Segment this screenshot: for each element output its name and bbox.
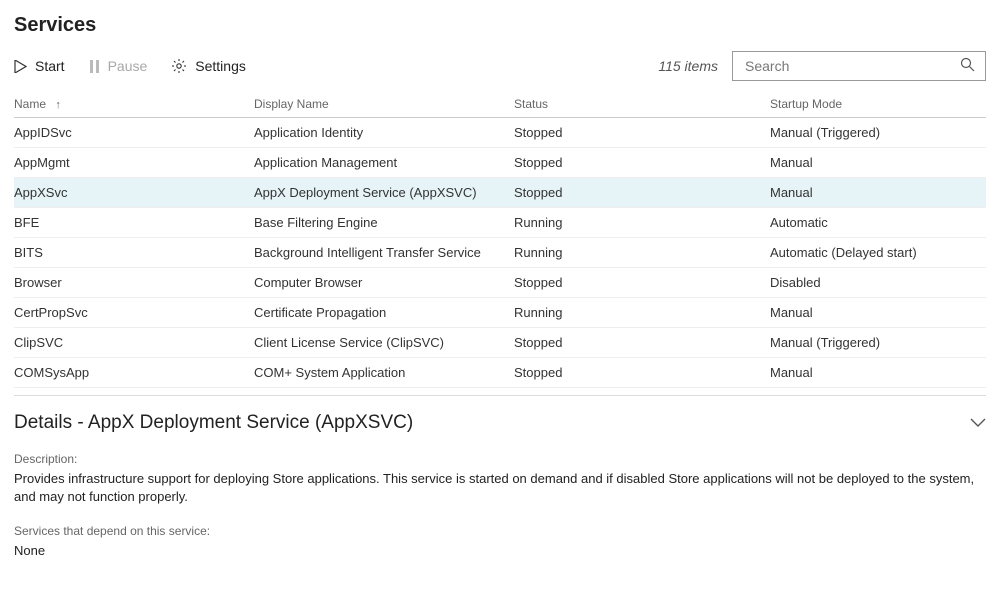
pause-icon (89, 60, 100, 73)
cell-startup: Disabled (770, 268, 986, 298)
table-row[interactable]: BrowserComputer BrowserStoppedDisabled (14, 268, 986, 298)
table-row[interactable]: BFEBase Filtering EngineRunningAutomatic (14, 208, 986, 238)
cell-status: Running (514, 388, 770, 390)
cell-display: CoreMessaging (254, 388, 514, 390)
column-header-display-name[interactable]: Display Name (254, 91, 514, 118)
settings-button[interactable]: Settings (171, 58, 246, 74)
description-value: Provides infrastructure support for depl… (14, 470, 986, 506)
search-input[interactable] (743, 57, 960, 75)
cell-status: Running (514, 238, 770, 268)
item-count: 115 items (658, 58, 718, 74)
cell-startup: Manual (770, 148, 986, 178)
search-icon[interactable] (960, 57, 975, 75)
cell-startup: Automatic (770, 208, 986, 238)
services-table: Name ↑ Display Name Status Startup Mode … (14, 91, 986, 389)
collapse-button[interactable] (970, 418, 986, 428)
cell-status: Stopped (514, 148, 770, 178)
gear-icon (171, 58, 187, 74)
cell-display: Certificate Propagation (254, 298, 514, 328)
play-icon (14, 60, 27, 73)
sort-ascending-icon: ↑ (55, 99, 61, 111)
cell-startup: Automatic (770, 388, 986, 390)
column-header-name[interactable]: Name ↑ (14, 91, 254, 118)
cell-name: AppXSvc (14, 178, 254, 208)
cell-status: Running (514, 298, 770, 328)
cell-display: Application Management (254, 148, 514, 178)
cell-name: AppMgmt (14, 148, 254, 178)
cell-display: Base Filtering Engine (254, 208, 514, 238)
cell-startup: Manual (Triggered) (770, 328, 986, 358)
cell-status: Stopped (514, 118, 770, 148)
cell-status: Stopped (514, 328, 770, 358)
cell-startup: Automatic (Delayed start) (770, 238, 986, 268)
services-table-wrap: Name ↑ Display Name Status Startup Mode … (14, 91, 986, 389)
depends-label: Services that depend on this service: (14, 524, 986, 538)
cell-name: Browser (14, 268, 254, 298)
search-box-container (732, 51, 986, 81)
table-row[interactable]: COMSysAppCOM+ System ApplicationStoppedM… (14, 358, 986, 388)
details-title: Details - AppX Deployment Service (AppXS… (14, 412, 413, 434)
pause-button: Pause (89, 58, 148, 74)
cell-display: Computer Browser (254, 268, 514, 298)
cell-startup: Manual (770, 298, 986, 328)
cell-status: Stopped (514, 178, 770, 208)
toolbar: Start Pause Settings 115 items (14, 51, 986, 81)
table-row[interactable]: BITSBackground Intelligent Transfer Serv… (14, 238, 986, 268)
table-row[interactable]: AppXSvcAppX Deployment Service (AppXSVC)… (14, 178, 986, 208)
start-button[interactable]: Start (14, 58, 65, 74)
cell-name: AppIDSvc (14, 118, 254, 148)
page-title: Services (14, 14, 986, 37)
cell-name: BFE (14, 208, 254, 238)
cell-name: BITS (14, 238, 254, 268)
cell-display: AppX Deployment Service (AppXSVC) (254, 178, 514, 208)
cell-name: CertPropSvc (14, 298, 254, 328)
table-row[interactable]: AppMgmtApplication ManagementStoppedManu… (14, 148, 986, 178)
cell-display: Application Identity (254, 118, 514, 148)
table-row[interactable]: CertPropSvcCertificate PropagationRunnin… (14, 298, 986, 328)
cell-startup: Manual (770, 358, 986, 388)
depends-value: None (14, 542, 986, 560)
cell-display: COM+ System Application (254, 358, 514, 388)
description-label: Description: (14, 452, 986, 466)
column-header-name-label: Name (14, 97, 46, 111)
cell-startup: Manual (770, 178, 986, 208)
cell-status: Running (514, 208, 770, 238)
cell-display: Client License Service (ClipSVC) (254, 328, 514, 358)
cell-name: COMSysApp (14, 358, 254, 388)
details-panel: Details - AppX Deployment Service (AppXS… (14, 395, 986, 579)
column-header-startup-mode[interactable]: Startup Mode (770, 91, 986, 118)
pause-button-label: Pause (108, 58, 148, 74)
cell-name: ClipSVC (14, 328, 254, 358)
start-button-label: Start (35, 58, 65, 74)
chevron-down-icon (970, 418, 986, 428)
cell-status: Stopped (514, 358, 770, 388)
column-header-status[interactable]: Status (514, 91, 770, 118)
cell-display: Background Intelligent Transfer Service (254, 238, 514, 268)
cell-status: Stopped (514, 268, 770, 298)
cell-startup: Manual (Triggered) (770, 118, 986, 148)
table-row[interactable]: ClipSVCClient License Service (ClipSVC)S… (14, 328, 986, 358)
table-row[interactable]: CoreMessagingRegistrarCoreMessagingRunni… (14, 388, 986, 390)
cell-name: CoreMessagingRegistrar (14, 388, 254, 390)
settings-button-label: Settings (195, 58, 246, 74)
table-row[interactable]: AppIDSvcApplication IdentityStoppedManua… (14, 118, 986, 148)
